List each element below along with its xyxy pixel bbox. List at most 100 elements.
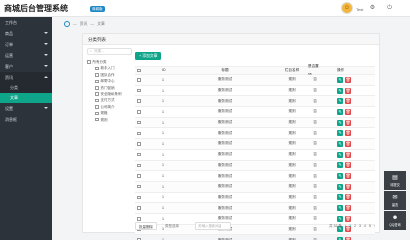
edit-icon[interactable]: ✎ xyxy=(337,98,343,105)
sidebar-subitem-articles[interactable]: 文章 xyxy=(0,93,52,103)
delete-icon[interactable]: 🗑 xyxy=(345,140,351,147)
edit-icon[interactable]: ✎ xyxy=(337,183,343,190)
edit-icon[interactable]: ✎ xyxy=(337,130,343,137)
row-checkbox[interactable] xyxy=(137,88,141,93)
home-icon[interactable] xyxy=(64,21,70,27)
table-row: 1 服务测试 规则 否 ✎🗑 xyxy=(135,203,375,214)
tree-search-input[interactable]: ⌕ 分类... xyxy=(87,48,132,55)
delete-icon[interactable]: 🗑 xyxy=(345,215,351,222)
edit-icon[interactable]: ✎ xyxy=(337,108,343,115)
sidebar-subitem-category[interactable]: 分类 xyxy=(0,83,52,93)
delete-icon[interactable]: 🗑 xyxy=(345,194,351,201)
delete-icon[interactable]: 🗑 xyxy=(345,205,351,212)
delete-icon[interactable]: 🗑 xyxy=(345,183,351,190)
row-checkbox[interactable] xyxy=(137,163,141,168)
table-row: 1 服务测试 规则 否 ✎🗑 xyxy=(135,86,375,97)
checkbox[interactable] xyxy=(95,111,99,116)
settings-icon[interactable]: ⚙ xyxy=(369,5,376,12)
tree-item[interactable]: 规则 xyxy=(87,117,132,123)
float-tool-message[interactable]: ✉ 留言 xyxy=(384,191,406,210)
edit-icon[interactable]: ✎ xyxy=(337,215,343,222)
float-tool-qq[interactable]: ☻ QQ咨询 xyxy=(384,211,406,230)
edit-icon[interactable]: ✎ xyxy=(337,173,343,180)
checkbox[interactable] xyxy=(95,66,99,71)
cell-title: 服务测试 xyxy=(217,162,233,167)
checkbox[interactable] xyxy=(95,79,99,84)
page-2[interactable]: 2 xyxy=(354,222,356,230)
row-checkbox[interactable] xyxy=(137,120,141,125)
edit-icon[interactable]: ✎ xyxy=(337,76,343,83)
row-checkbox[interactable] xyxy=(137,206,141,210)
row-checkbox[interactable] xyxy=(137,110,141,114)
edit-icon[interactable]: ✎ xyxy=(337,205,343,212)
delete-icon[interactable]: 🗑 xyxy=(345,98,351,105)
sidebar-item-messages[interactable]: 消息框 xyxy=(0,114,52,125)
cell-category: 规则 xyxy=(288,88,296,93)
cell-id: 1 xyxy=(162,120,164,125)
checkbox[interactable] xyxy=(95,86,99,90)
footer-search-input[interactable]: 关/输入搜索对话 xyxy=(195,222,231,230)
checkbox[interactable] xyxy=(87,60,91,64)
delete-icon[interactable]: 🗑 xyxy=(345,162,351,169)
checkbox[interactable] xyxy=(95,105,99,109)
row-checkbox[interactable] xyxy=(137,184,141,189)
row-checkbox[interactable] xyxy=(137,174,141,178)
chevron-down-icon xyxy=(44,65,48,67)
breadcrumb-item[interactable]: 资讯 xyxy=(80,20,88,28)
delete-icon[interactable]: 🗑 xyxy=(345,130,351,137)
page-4[interactable]: 4 xyxy=(364,222,366,230)
row-checkbox[interactable] xyxy=(137,217,141,221)
sidebar-item-settings[interactable]: 设置 xyxy=(0,103,52,114)
prev-page-button[interactable]: ‹ xyxy=(345,222,346,230)
sidebar-item-news[interactable]: 资讯 xyxy=(0,72,52,83)
checkbox[interactable] xyxy=(95,117,99,122)
checkbox[interactable] xyxy=(95,98,99,103)
row-checkbox[interactable] xyxy=(137,152,141,157)
select-all-checkbox[interactable] xyxy=(137,68,141,73)
delete-icon[interactable]: 🗑 xyxy=(345,173,351,180)
sidebar-item-workbench[interactable]: 工作台 xyxy=(0,17,52,28)
row-checkbox[interactable] xyxy=(137,131,141,136)
checkbox[interactable] xyxy=(95,92,99,96)
power-icon[interactable]: ⏻ xyxy=(386,5,393,12)
sidebar-item-customers[interactable]: 客户 xyxy=(0,61,52,72)
row-checkbox[interactable] xyxy=(137,78,141,82)
row-checkbox[interactable] xyxy=(137,99,141,103)
chevron-down-icon xyxy=(44,107,48,109)
table-row: 1 服务测试 规则 否 ✎🗑 xyxy=(135,117,375,129)
row-checkbox[interactable] xyxy=(137,195,141,200)
cell-title: 服务测试 xyxy=(217,130,233,135)
page-1[interactable]: 1 xyxy=(349,222,351,230)
batch-delete-button[interactable]: 批量删除 xyxy=(135,222,157,230)
add-article-button[interactable]: + 添加文章 xyxy=(135,52,162,60)
sidebar-item-goods[interactable]: 商品 xyxy=(0,28,52,39)
page-3[interactable]: 3 xyxy=(359,222,361,230)
column-header-category: 栏目名称 xyxy=(284,68,300,72)
edit-icon[interactable]: ✎ xyxy=(337,140,343,147)
next-page-button[interactable]: › xyxy=(374,222,375,230)
username[interactable]: Test xyxy=(356,7,363,12)
table-row: 1 服务测试 规则 否 ✎🗑 xyxy=(135,107,375,118)
cell-category: 规则 xyxy=(288,109,296,114)
delete-icon[interactable]: 🗑 xyxy=(345,151,351,158)
delete-icon[interactable]: 🗑 xyxy=(345,108,351,115)
delete-icon[interactable]: 🗑 xyxy=(345,76,351,83)
cell-top: 否 xyxy=(313,184,317,189)
row-checkbox[interactable] xyxy=(137,142,141,146)
edit-icon[interactable]: ✎ xyxy=(337,87,343,94)
cell-category: 规则 xyxy=(288,141,296,146)
edit-icon[interactable]: ✎ xyxy=(337,194,343,201)
delete-icon[interactable]: 🗑 xyxy=(345,119,351,126)
sidebar-item-operations[interactable]: 运营 xyxy=(0,50,52,61)
edit-icon[interactable]: ✎ xyxy=(337,151,343,158)
delete-icon[interactable]: 🗑 xyxy=(345,87,351,94)
avatar[interactable]: ☺ xyxy=(341,2,353,14)
float-tool-pending[interactable]: ▤ 待提交 xyxy=(384,171,406,190)
type-select[interactable]: 类型选择 xyxy=(163,222,181,230)
page-5[interactable]: 5 xyxy=(369,222,371,230)
cell-category: 规则 xyxy=(288,120,296,125)
sidebar-item-orders[interactable]: 订单 xyxy=(0,39,52,50)
edit-icon[interactable]: ✎ xyxy=(337,162,343,169)
checkbox[interactable] xyxy=(95,73,99,77)
edit-icon[interactable]: ✎ xyxy=(337,119,343,126)
